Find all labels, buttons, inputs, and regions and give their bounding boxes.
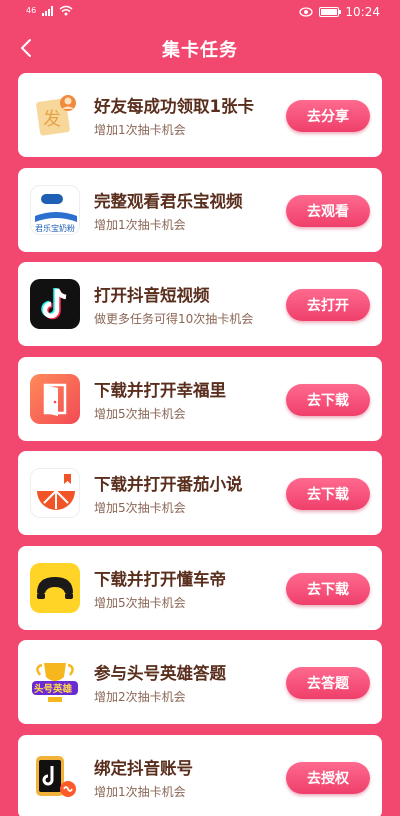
task-title: 好友每成功领取1张卡 (94, 97, 254, 116)
answer-button[interactable]: 去答题 (286, 667, 370, 699)
svg-text:发: 发 (43, 109, 61, 130)
status-bar: 46 10:24 (0, 0, 400, 26)
task-list: 发 好友每成功领取1张卡 增加1次抽卡机会 去分享 君乐宝奶粉 完整观看君乐宝视… (18, 73, 382, 816)
authorize-button[interactable]: 去授权 (286, 761, 370, 794)
download-button[interactable]: 去下载 (286, 572, 370, 605)
task-title: 绑定抖音账号 (94, 758, 193, 778)
task-title: 下载并打开懂车帝 (94, 569, 226, 589)
task-card-watch: 君乐宝奶粉 完整观看君乐宝视频 增加1次抽卡机会 去观看 (18, 167, 382, 252)
battery-icon (319, 7, 342, 17)
svg-text:君乐宝奶粉: 君乐宝奶粉 (35, 223, 75, 233)
xingfuli-door-icon (30, 373, 80, 424)
friend-card-icon: 发 (30, 90, 80, 140)
task-subtitle: 增加1次抽卡机会 (94, 784, 186, 799)
dongchedi-wheel-icon (30, 562, 80, 613)
task-card-open-douyin: 打开抖音短视频 做更多任务可得10次抽卡机会 去打开 (18, 262, 382, 346)
page-title: 集卡任务 (162, 40, 238, 61)
nav-bar: 集卡任务 (0, 26, 400, 70)
task-subtitle: 做更多任务可得10次抽卡机会 (94, 312, 254, 326)
task-subtitle: 增加5次抽卡机会 (94, 406, 186, 421)
task-title: 下载并打开幸福里 (94, 380, 226, 400)
status-time: 10:24 (345, 5, 380, 19)
task-card-dongchedi: 下载并打开懂车帝 增加5次抽卡机会 去下载 (18, 545, 382, 630)
task-card-share: 发 好友每成功领取1张卡 增加1次抽卡机会 去分享 (18, 73, 382, 157)
task-subtitle: 增加1次抽卡机会 (94, 217, 186, 232)
watch-button[interactable]: 去观看 (286, 194, 370, 227)
douyin-bind-icon (30, 751, 80, 802)
open-button[interactable]: 去打开 (286, 289, 370, 321)
svg-text:头号英雄: 头号英雄 (34, 683, 73, 695)
task-title: 打开抖音短视频 (94, 286, 210, 305)
task-card-tomato-novel: 下载并打开番茄小说 增加5次抽卡机会 去下载 (18, 451, 382, 535)
task-card-xingfuli: 下载并打开幸福里 增加5次抽卡机会 去下载 (18, 356, 382, 441)
task-title: 下载并打开番茄小说 (94, 475, 243, 494)
task-subtitle: 增加5次抽卡机会 (94, 595, 186, 610)
eye-icon (299, 7, 314, 17)
task-subtitle: 增加1次抽卡机会 (94, 123, 186, 137)
tomato-novel-icon (30, 468, 80, 518)
share-button[interactable]: 去分享 (286, 100, 370, 132)
task-card-bind-douyin: 绑定抖音账号 增加1次抽卡机会 去授权 (18, 734, 382, 816)
task-subtitle: 增加2次抽卡机会 (94, 690, 186, 704)
task-title: 参与头号英雄答题 (94, 664, 226, 683)
task-card-hero-quiz: 头号英雄 参与头号英雄答题 增加2次抽卡机会 去答题 (18, 640, 382, 724)
network-label: 46 (26, 6, 37, 15)
task-subtitle: 增加5次抽卡机会 (94, 501, 186, 515)
download-button[interactable]: 去下载 (286, 383, 370, 416)
task-title: 完整观看君乐宝视频 (94, 191, 243, 211)
douyin-logo-icon (30, 279, 80, 329)
wifi-icon (59, 5, 73, 16)
download-button[interactable]: 去下载 (286, 478, 370, 510)
hero-quiz-trophy-icon: 头号英雄 (30, 657, 80, 707)
junlebao-logo-icon: 君乐宝奶粉 (30, 184, 80, 235)
signal-icon (42, 5, 54, 16)
